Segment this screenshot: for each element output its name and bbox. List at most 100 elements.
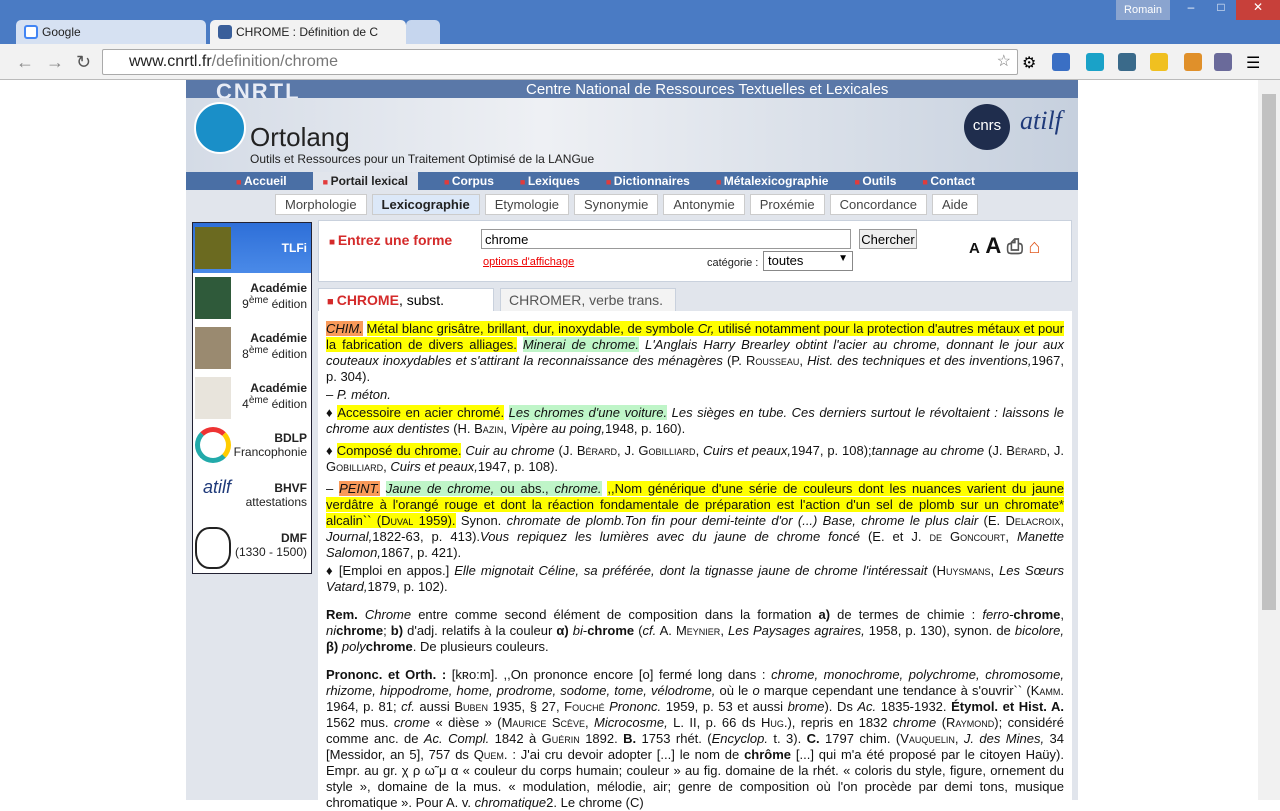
- minimize-icon[interactable]: –: [1176, 0, 1206, 20]
- sidebar-item-academie-4[interactable]: Académie 4ème édition: [193, 373, 311, 423]
- bdlp-ring-logo: [195, 427, 231, 463]
- text-segment: brome: [787, 699, 825, 714]
- text-segment: Bérard: [576, 443, 617, 458]
- text-segment: [504, 405, 509, 420]
- entry-tab-chrome[interactable]: CHROME, subst. masc.: [318, 288, 494, 324]
- definition-paragraph: ♦ Accessoire en acier chromé. Les chrome…: [326, 405, 1064, 437]
- bookmark-star-icon[interactable]: ☆: [997, 51, 1011, 71]
- tab-etymologie[interactable]: Etymologie: [484, 194, 569, 215]
- definition-paragraph: Rem. Chrome entre comme second élément d…: [326, 607, 1064, 655]
- text-segment: CHIM.: [326, 321, 363, 336]
- nav-contact[interactable]: Contact: [922, 174, 975, 188]
- browser-tab-google[interactable]: Google: [16, 20, 206, 44]
- text-segment: chromatique: [474, 795, 547, 810]
- text-segment: ,: [990, 563, 1000, 578]
- nav-corpus[interactable]: Corpus: [444, 174, 494, 188]
- text-segment: ,: [1005, 529, 1018, 544]
- nav-lexiques[interactable]: Lexiques: [520, 174, 580, 188]
- new-tab-button[interactable]: [406, 20, 440, 44]
- nav-metalexicographie[interactable]: Métalexicographie: [716, 174, 829, 188]
- text-segment: 1947, p. 108).: [477, 459, 559, 474]
- extension-icon[interactable]: [1086, 53, 1104, 71]
- address-bar[interactable]: www.cnrtl.fr/definition/chrome ☆: [102, 49, 1018, 75]
- text-segment: 1867, p. 421).: [380, 545, 462, 560]
- sidebar-item-sub: Francophonie: [233, 445, 307, 459]
- site-title: Centre National de Ressources Textuelles…: [526, 81, 889, 98]
- entry-tab-chromer[interactable]: CHROMER, verbe trans.: [500, 288, 676, 311]
- search-input[interactable]: [481, 229, 851, 249]
- scrollbar-thumb[interactable]: [1262, 94, 1276, 610]
- font-increase-icon[interactable]: A: [985, 233, 1001, 258]
- sidebar-item-academie-8[interactable]: Académie 8ème édition: [193, 323, 311, 373]
- font-decrease-icon[interactable]: A: [969, 240, 980, 257]
- browser-tab-cnrtl[interactable]: CHROME : Définition de C: [210, 20, 406, 44]
- search-button[interactable]: Chercher: [859, 229, 917, 249]
- wr-extension-icon[interactable]: [1150, 53, 1168, 71]
- cnrtl-favicon-icon: [218, 25, 232, 39]
- tab-antonymie[interactable]: Antonymie: [663, 194, 745, 215]
- sidebar-item-dmf[interactable]: DMF (1330 - 1500): [193, 523, 311, 573]
- text-segment: a): [818, 607, 831, 622]
- tab-lexicographie[interactable]: Lexicographie: [371, 194, 480, 215]
- back-icon[interactable]: ←: [16, 52, 34, 73]
- definition-paragraph: ♦ [Emploi en appos.] Elle mignotait Céli…: [326, 563, 1064, 595]
- text-segment: Microcosme,: [594, 715, 668, 730]
- eyedropper-icon[interactable]: [1214, 53, 1232, 71]
- text-segment: 1822-63, p. 413).: [372, 529, 481, 544]
- tab-morphologie[interactable]: Morphologie: [275, 194, 367, 215]
- text-segment: (J.: [984, 443, 1007, 458]
- text-segment: ♦: [326, 405, 338, 420]
- text-segment: A.: [656, 623, 676, 638]
- text-segment: (E.: [978, 513, 1006, 528]
- home-icon[interactable]: ⌂: [1028, 236, 1040, 258]
- search-label-text: Entrez une forme: [337, 232, 453, 248]
- sidebar-item-bhvf[interactable]: atilf BHVF attestations: [193, 473, 311, 523]
- tab-concordance[interactable]: Concordance: [829, 194, 927, 215]
- sidebar-item-bdlp[interactable]: BDLP Francophonie: [193, 423, 311, 473]
- nav-dictionnaires[interactable]: Dictionnaires: [606, 174, 690, 188]
- tab-proxemie[interactable]: Proxémie: [749, 194, 825, 215]
- cnrs-logo[interactable]: cnrs: [964, 104, 1010, 150]
- text-segment: –: [326, 387, 337, 402]
- nav-accueil[interactable]: Accueil: [236, 174, 287, 188]
- extension-icon[interactable]: [1052, 53, 1070, 71]
- category-select[interactable]: toutes ▼: [763, 251, 853, 271]
- atilf-logo: atilf: [202, 477, 231, 497]
- text-segment: Cuirs et peaux,: [703, 443, 791, 458]
- tab-aide[interactable]: Aide: [931, 194, 979, 215]
- extension-icon[interactable]: [1184, 53, 1202, 71]
- atilf-logo[interactable]: atilf: [1020, 106, 1062, 136]
- text-segment: , J.: [1046, 443, 1065, 458]
- text-segment: ,: [720, 623, 728, 638]
- sidebar-item-tlfi[interactable]: TLFi: [193, 223, 311, 273]
- books-icon[interactable]: [1118, 53, 1136, 71]
- close-icon[interactable]: ✕: [1236, 0, 1280, 20]
- text-segment: « dièse » (: [430, 715, 502, 730]
- tab-synonymie[interactable]: Synonymie: [574, 194, 659, 215]
- text-segment: Fouché: [564, 699, 605, 714]
- print-icon[interactable]: ⎙: [1007, 236, 1023, 258]
- scrollbar[interactable]: [1258, 80, 1280, 800]
- sidebar-item-academie-9[interactable]: Académie 9ème édition: [193, 273, 311, 323]
- gear-icon[interactable]: ⚙: [1022, 53, 1040, 72]
- display-options-link[interactable]: options d'affichage: [483, 256, 574, 268]
- text-segment: [358, 607, 365, 622]
- profile-button[interactable]: Romain: [1116, 0, 1170, 20]
- text-segment: 1753 rhét. (: [636, 731, 712, 746]
- text-segment: (: [634, 623, 643, 638]
- text-segment: où le: [715, 683, 753, 698]
- nav-portail-lexical[interactable]: Portail lexical: [312, 172, 418, 190]
- text-segment: t. 3).: [768, 731, 807, 746]
- text-segment: 1562 mus.: [326, 715, 394, 730]
- maximize-icon[interactable]: □: [1206, 0, 1236, 20]
- text-segment: bicolore,: [1014, 623, 1064, 638]
- menu-icon[interactable]: ☰: [1246, 53, 1264, 72]
- text-segment: Delacroix: [1005, 513, 1061, 528]
- forward-icon[interactable]: →: [46, 52, 64, 73]
- book-cover-image: [195, 277, 231, 319]
- reload-icon[interactable]: ↻: [76, 52, 91, 73]
- url-host: www.cnrtl.fr: [129, 53, 212, 70]
- ortolang-logo[interactable]: Ortolang: [250, 122, 350, 153]
- text-segment: Gobilliard: [638, 443, 696, 458]
- nav-outils[interactable]: Outils: [854, 174, 896, 188]
